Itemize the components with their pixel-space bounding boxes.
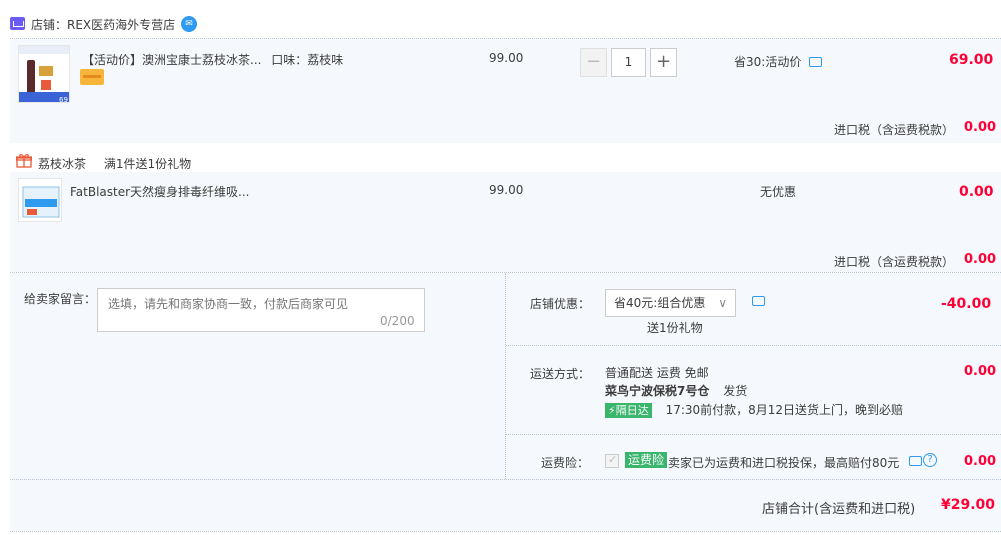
gift-icon xyxy=(15,153,33,168)
insurance-badge: 运费险 xyxy=(625,452,668,468)
check-icon: ✓ xyxy=(608,453,618,466)
insurance-text: 卖家已为运费和进口税投保，最高赔付80元 xyxy=(668,456,900,470)
warehouse-name: 菜鸟宁波保税7号仓 xyxy=(605,384,710,398)
item-2-thumbnail[interactable] xyxy=(18,178,62,222)
increase-qty-button[interactable]: + xyxy=(650,48,677,77)
shop-header: 店铺：REX医药海外专营店 ✉ xyxy=(0,0,1001,38)
item-1-title[interactable]: 【活动价】澳洲宝康士荔枝冰茶... 口味：荔枝味 xyxy=(82,51,343,68)
item-2-discount: 无优惠 xyxy=(760,185,797,199)
chevron-down-icon: ∨ xyxy=(718,296,727,310)
item-1-tax-label: 进口税（含运费税款） xyxy=(834,123,955,137)
message-counter: 0/200 xyxy=(380,314,415,328)
divider xyxy=(10,479,1001,480)
wangwang-chat-icon[interactable]: ✉ xyxy=(181,16,197,32)
shipping-label: 运送方式： xyxy=(530,367,591,381)
column-divider xyxy=(505,273,506,479)
insurance-label: 运费险： xyxy=(541,456,590,470)
promo-row: 荔枝冰茶 满1件送1份礼物 xyxy=(38,155,191,172)
item-1-thumbnail[interactable]: 69 xyxy=(18,45,70,103)
divider xyxy=(506,434,1001,435)
item-1-discount-text: 省30:活动价 xyxy=(734,55,802,69)
shipping-method: 普通配送 运费 免邮 xyxy=(605,366,709,380)
shop-total-value: ¥29.00 xyxy=(941,497,996,513)
help-icon[interactable]: ? xyxy=(923,453,937,467)
item-1-tax-value: 0.00 xyxy=(964,120,997,135)
shop-discount-selected: 省40元:组合优惠 xyxy=(614,296,706,310)
delivery-eta-row: ⚡隔日达 17:30前付款，8月12日送货上门，晚到必赔 xyxy=(605,401,903,418)
decrease-qty-button[interactable]: − xyxy=(580,48,607,77)
seller-message-input[interactable] xyxy=(97,288,425,332)
item-1-price: 99.00 xyxy=(489,51,524,65)
shop-discount-select[interactable]: 省40元:组合优惠 ∨ xyxy=(605,289,736,317)
thumb-price-tag: 69 xyxy=(59,96,68,103)
item-2-total: 0.00 xyxy=(959,184,994,200)
item-1-flavor: 口味：荔枝味 xyxy=(271,53,344,67)
divider xyxy=(506,345,1001,346)
insurance-chat-icon[interactable] xyxy=(909,456,922,466)
lightning-icon: ⚡ xyxy=(608,404,616,417)
item-2-tax-value: 0.00 xyxy=(964,252,997,267)
delivery-eta: 17:30前付款，8月12日送货上门，晚到必赔 xyxy=(665,403,904,417)
item-2-tax-label: 进口税（含运费税款） xyxy=(834,255,955,269)
next-day-badge-text: 隔日达 xyxy=(615,404,649,417)
warehouse-suffix: 发货 xyxy=(723,384,748,398)
discount-info-icon[interactable] xyxy=(752,296,765,306)
shop-name[interactable]: 店铺：REX医药海外专营店 xyxy=(31,16,175,33)
quantity-stepper: − 1 + xyxy=(580,48,677,77)
item-1-title-text[interactable]: 【活动价】澳洲宝康士荔枝冰茶... xyxy=(82,53,261,67)
promo-text: 满1件送1份礼物 xyxy=(103,157,192,171)
shop-discount-label: 店铺优惠： xyxy=(530,297,591,311)
quantity-input[interactable]: 1 xyxy=(611,48,646,77)
shop-discount-note: 送1份礼物 xyxy=(647,321,703,335)
insurance-checkbox[interactable]: ✓ xyxy=(605,453,619,468)
divider xyxy=(10,531,1001,532)
shop-discount-amount: -40.00 xyxy=(941,296,992,312)
warehouse-row: 菜鸟宁波保税7号仓 发货 xyxy=(605,382,747,399)
item-2-title[interactable]: FatBlaster天然瘦身排毒纤维吸... xyxy=(70,183,250,200)
insurance-amount: 0.00 xyxy=(964,454,997,469)
item-1-total: 69.00 xyxy=(949,52,994,68)
shipping-amount: 0.00 xyxy=(964,364,997,379)
message-label: 给卖家留言： xyxy=(24,292,97,306)
shop-total-label: 店铺合计(含运费和进口税) xyxy=(762,502,916,517)
next-day-badge: ⚡隔日达 xyxy=(605,403,652,418)
item-1-discount: 省30:活动价 xyxy=(734,53,801,70)
discount-info-icon[interactable] xyxy=(809,57,822,67)
promo-title: 荔枝冰茶 xyxy=(38,157,87,171)
shop-icon xyxy=(10,17,25,30)
coupon-card-icon xyxy=(80,69,104,85)
item-2-price: 99.00 xyxy=(489,183,524,197)
